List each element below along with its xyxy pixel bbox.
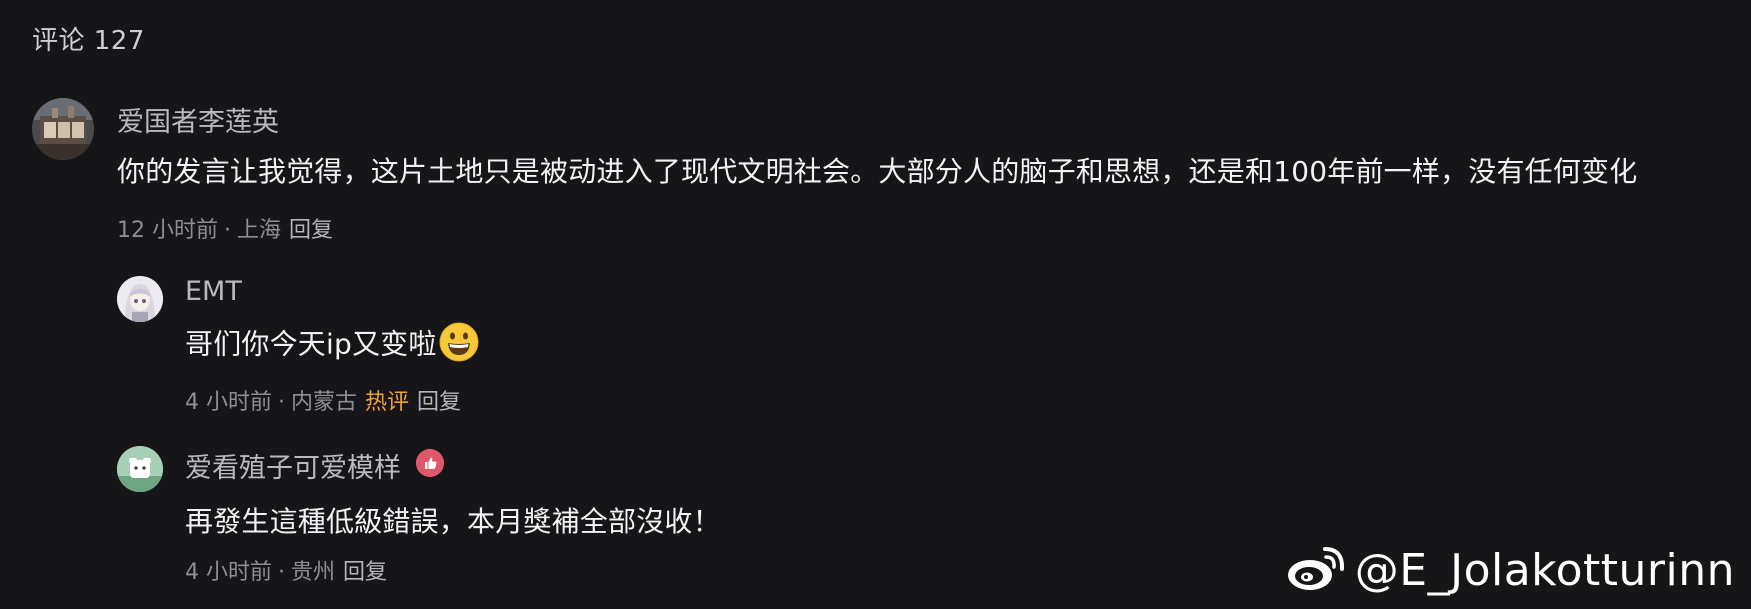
reply-item: 爱看殖子可爱模样 再發生這種低級錯誤，本月獎補全部沒收！ 4 小时前 · 贵州 回复 <box>0 0 1751 585</box>
comment-text: 再發生這種低級錯誤，本月獎補全部沒收！ <box>185 505 721 538</box>
username[interactable]: 爱看殖子可爱模样 <box>185 446 401 485</box>
separator-dot: · <box>278 560 285 585</box>
watermark-text: @E_Jolakotturinn <box>1354 544 1735 596</box>
reply-button[interactable]: 回复 <box>343 560 387 585</box>
avatar[interactable] <box>117 446 163 492</box>
weibo-logo-icon <box>1285 543 1347 597</box>
comment-time: 4 小时前 <box>185 560 272 585</box>
cartoon-avatar-icon <box>117 446 163 492</box>
watermark: @E_Jolakotturinn <box>1285 543 1735 597</box>
like-badge-icon <box>416 449 444 477</box>
comment-meta: 4 小时前 · 贵州 回复 <box>185 554 387 586</box>
comment-location: 贵州 <box>291 560 336 585</box>
